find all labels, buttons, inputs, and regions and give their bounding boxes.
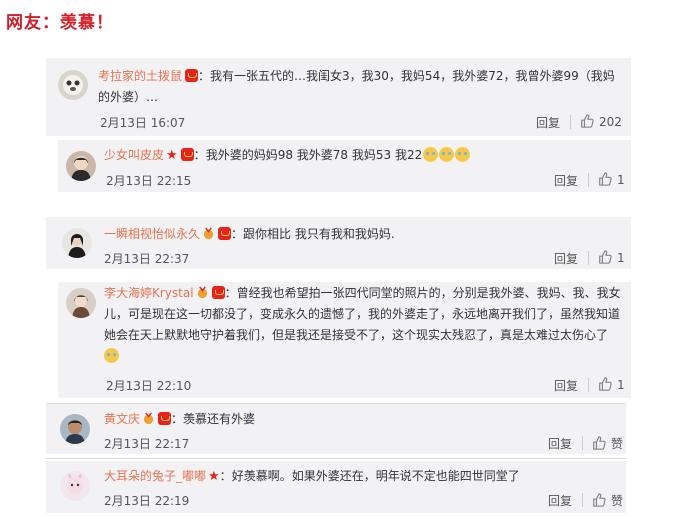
avatar[interactable] [62,228,92,258]
like-count: 1 [617,251,625,265]
divider [588,173,589,187]
comment-text: 羡慕还有外婆 [183,412,256,426]
comment-text: 跟你相比 我只有我和我妈妈. [243,227,395,241]
username-link[interactable]: 李大海婷Krystal [104,286,194,300]
thumbs-up-icon [581,114,594,128]
page-headline: 网友：羡慕！ [6,13,114,33]
comment-time: 2月13日 22:19 [104,494,190,508]
divider [588,251,589,265]
username-link[interactable]: 大耳朵的兔子_嘟嘟 [104,469,206,483]
reply-button[interactable]: 回复 [554,377,578,394]
divider [46,458,626,459]
comment-time: 2月13日 22:15 [106,174,192,188]
like-count: 1 [617,378,625,392]
reply-button[interactable]: 回复 [554,172,578,189]
like-button[interactable]: 1 [598,377,625,392]
star-badge-icon: ★ [166,148,178,163]
comment-text: 我有一张五代的…我闺女3，我30，我妈54，我外婆72，我曾外婆99（我妈 [210,69,615,83]
like-count: 赞 [611,437,624,451]
username-link[interactable]: 考拉家的土拨鼠 [98,69,182,83]
reply-button[interactable]: 回复 [536,114,560,131]
comment-card: 李大海婷Krystal ：曾经我也希望拍一张四代同堂的照片的，分别是我外婆、我妈、… [58,282,631,398]
vip-badge-icon [158,412,172,425]
comment-time: 2月13日 16:07 [100,116,186,130]
vip-badge-icon [185,69,199,82]
thumbs-up-icon [599,250,612,264]
comment-card: 考拉家的土拨鼠 ：我有一张五代的…我闺女3，我30，我妈54，我外婆72，我曾外婆… [46,58,631,136]
comment-time: 2月13日 22:10 [106,379,192,393]
comment-text: 她会在天上默默地守护着我们，但是我还是接受不了，这个现实太残忍了，真是太难过太伤… [104,328,609,342]
crying-emoji-icon [455,147,471,162]
avatar[interactable] [60,414,90,444]
like-button[interactable]: 赞 [592,435,623,452]
divider [582,493,583,507]
fan-medal-icon [197,286,207,299]
like-count: 1 [617,173,625,187]
comment-time: 2月13日 22:17 [104,437,190,451]
divider [588,378,589,392]
divider [582,436,583,450]
comment-text: 我外婆的妈妈98 我外婆78 我妈53 我22 [205,148,423,162]
like-button[interactable]: 202 [580,114,622,129]
like-count: 赞 [611,494,624,508]
comment-card: 一瞬相视怡似永久 ：跟你相比 我只有我和我妈妈. 2月13日 22:37 回复 1 [46,217,631,269]
username-link[interactable]: 少女叫皮皮 [104,148,164,162]
comment-text: 好羡慕啊。如果外婆还在，明年说不定也能四世同堂了 [231,469,520,483]
like-button[interactable]: 1 [598,250,625,265]
avatar[interactable] [66,151,96,181]
like-count: 202 [599,115,622,129]
reply-button[interactable]: 回复 [548,435,572,452]
comment-card: 少女叫皮皮 ★ ：我外婆的妈妈98 我外婆78 我妈53 我22 2月13日 22:… [58,140,631,192]
comment-card: 黄文庆 ：羡慕还有外婆 2月13日 22:17 回复 赞 [46,404,626,454]
username-link[interactable]: 黄文庆 [104,412,140,426]
reply-button[interactable]: 回复 [554,250,578,267]
username-link[interactable]: 一瞬相视怡似永久 [104,227,200,241]
reply-button[interactable]: 回复 [548,492,572,509]
comment-text: 的外婆）… [98,90,159,104]
vip-badge-icon [218,227,232,240]
fan-medal-icon [143,412,154,425]
comment-card: 大耳朵的兔子_嘟嘟 ★：好羡慕啊。如果外婆还在，明年说不定也能四世同堂了 2月13… [46,461,626,513]
crying-emoji-icon [104,348,119,363]
crying-emoji-icon [439,147,455,162]
star-badge-icon: ★ [208,469,220,484]
thumbs-up-icon [599,377,612,391]
comment-time: 2月13日 22:37 [104,252,190,266]
thumbs-up-icon [593,436,606,450]
vip-badge-icon [180,148,194,161]
avatar[interactable] [58,70,88,100]
avatar[interactable] [60,471,90,501]
divider [570,115,571,129]
avatar[interactable] [66,288,96,318]
comment-text: 曾经我也希望拍一张四代同堂的照片的，分别是我外婆、我妈、我、我女 [236,286,621,300]
like-button[interactable]: 赞 [592,492,623,509]
comment-text: 儿，可是现在这一切都没了，变成永久的遗憾了，我的外婆走了，永远地离开我们了，虽然… [104,307,621,321]
like-button[interactable]: 1 [598,172,625,187]
crying-emoji-icon [423,147,439,162]
thumbs-up-icon [599,172,612,186]
fan-medal-icon [203,227,214,240]
thumbs-up-icon [593,493,606,507]
vip-badge-icon [211,286,225,299]
